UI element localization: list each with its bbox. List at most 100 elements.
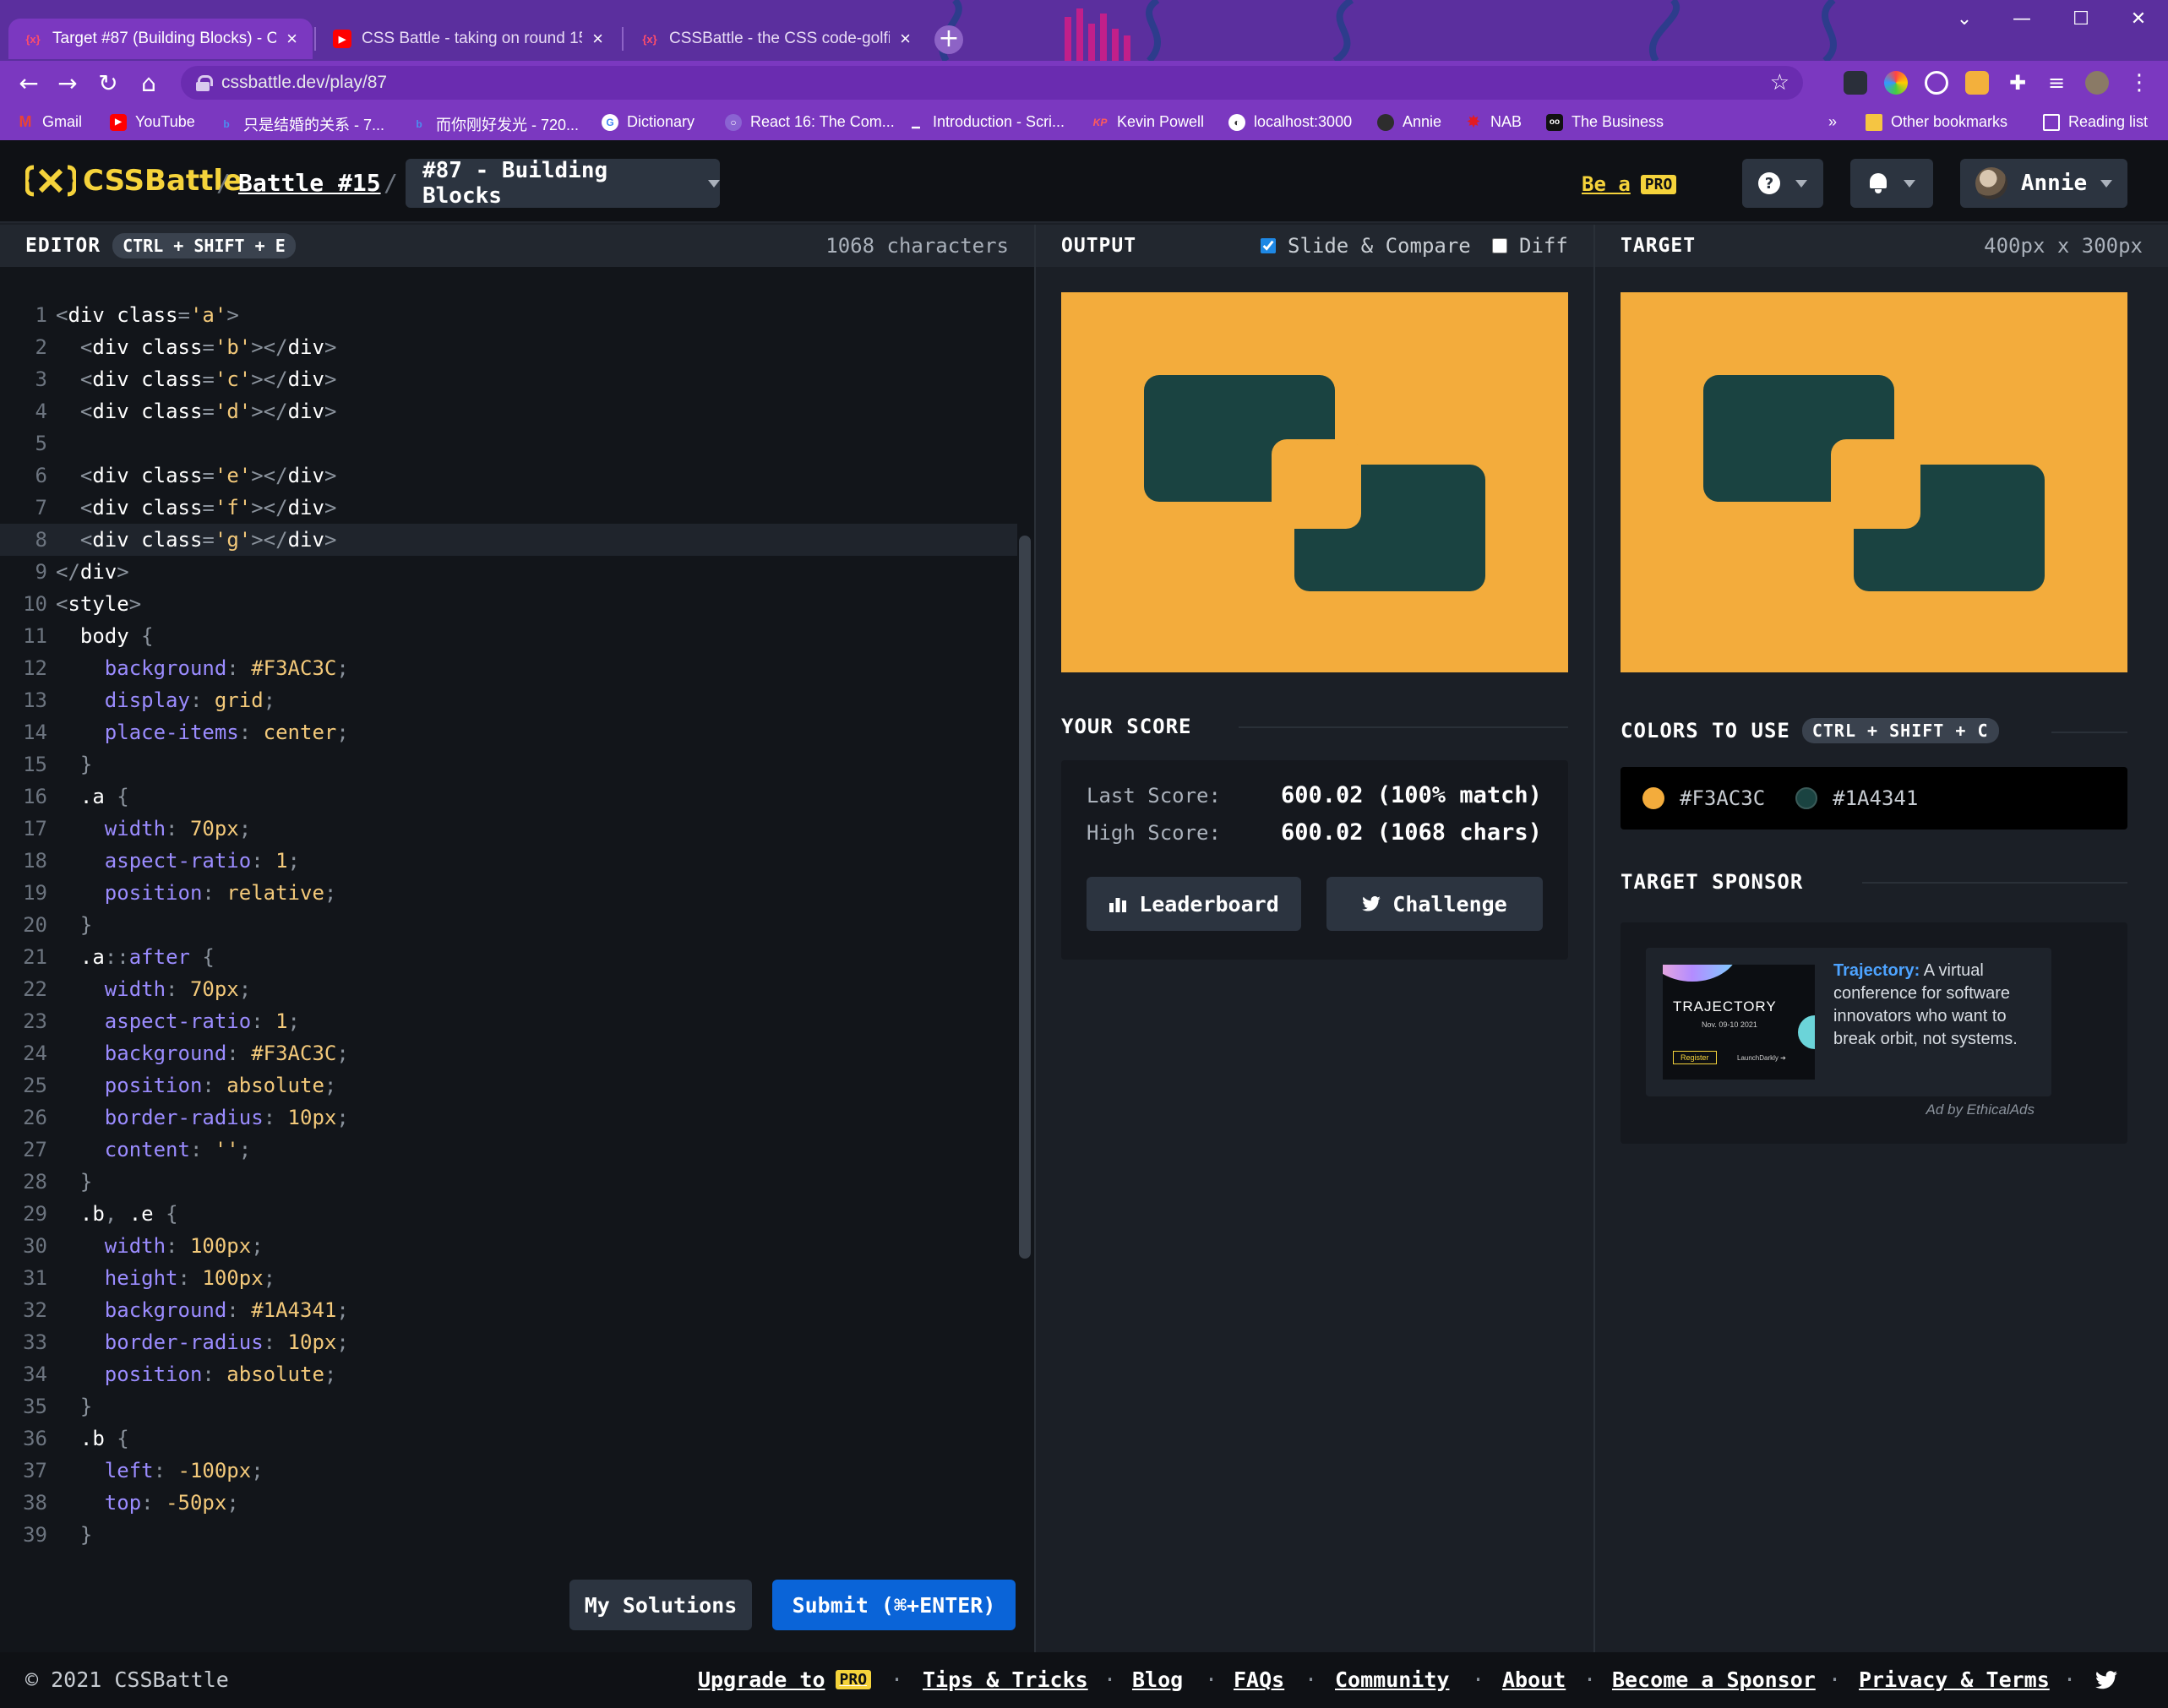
code-line[interactable]: 25 position: absolute; — [0, 1069, 1017, 1101]
help-button[interactable]: ? — [1742, 159, 1823, 208]
tab-target-87[interactable]: {x} Target #87 (Building Blocks) - CS × — [8, 19, 313, 59]
code-line[interactable]: 7 <div class='f'></div> — [0, 492, 1017, 524]
code-line[interactable]: 14 place-items: center; — [0, 716, 1017, 748]
forward-arrow-icon[interactable]: → — [52, 68, 83, 98]
color-swatch-orange[interactable] — [1642, 787, 1664, 809]
code-line[interactable]: 20 } — [0, 909, 1017, 941]
profile-avatar-icon[interactable] — [2085, 71, 2109, 95]
reading-list-button[interactable]: Reading list — [2043, 113, 2148, 131]
sponsor-ad-text[interactable]: Trajectory: A virtual conference for sof… — [1833, 960, 2036, 1051]
back-arrow-icon[interactable]: ← — [14, 68, 44, 98]
my-solutions-button[interactable]: My Solutions — [569, 1580, 752, 1630]
code-line[interactable]: 4 <div class='d'></div> — [0, 395, 1017, 427]
code-line[interactable]: 28 } — [0, 1166, 1017, 1198]
ad-attribution[interactable]: Ad by EthicalAds — [1926, 1101, 2035, 1118]
code-line[interactable]: 33 border-radius: 10px; — [0, 1326, 1017, 1358]
code-line[interactable]: 22 width: 70px; — [0, 973, 1017, 1005]
tab-youtube-css-battle[interactable]: ▶ CSS Battle - taking on round 15 × — [318, 19, 618, 59]
code-line[interactable]: 5 — [0, 427, 1017, 460]
be-a-pro-link[interactable]: Be a PRO — [1582, 172, 1677, 196]
code-line[interactable]: 13 display: grid; — [0, 684, 1017, 716]
code-line[interactable]: 17 width: 70px; — [0, 813, 1017, 845]
bookmarks-overflow-button[interactable]: » — [1828, 113, 1837, 131]
color-code-orange[interactable]: #F3AC3C — [1680, 786, 1765, 810]
home-icon[interactable]: ⌂ — [133, 68, 164, 98]
bookmark-the-business[interactable]: oo The Business — [1546, 113, 1664, 131]
privacy-terms-link[interactable]: Privacy & Terms — [1859, 1667, 2050, 1692]
target-image[interactable] — [1621, 292, 2127, 672]
media-queue-icon[interactable]: ≡ — [2045, 71, 2068, 95]
code-line[interactable]: 12 background: #F3AC3C; — [0, 652, 1017, 684]
code-line[interactable]: 34 position: absolute; — [0, 1358, 1017, 1390]
code-line[interactable]: 19 position: relative; — [0, 877, 1017, 909]
slide-compare-toggle[interactable]: Slide & Compare — [1261, 234, 1471, 258]
upgrade-to-pro-link[interactable]: Upgrade to PRO — [698, 1667, 872, 1692]
other-bookmarks-folder[interactable]: Other bookmarks — [1866, 113, 2007, 131]
tab-cssbattle-home[interactable]: {x} CSSBattle - the CSS code-golfing × — [625, 19, 926, 59]
bookmark-bilibili-1[interactable]: b 只是结婚的关系 - 7... — [218, 113, 384, 135]
code-line[interactable]: 2 <div class='b'></div> — [0, 331, 1017, 363]
close-tab-icon[interactable]: × — [592, 28, 603, 50]
code-line[interactable]: 35 } — [0, 1390, 1017, 1422]
diff-checkbox[interactable] — [1492, 238, 1507, 253]
address-bar[interactable]: cssbattle.dev/play/87 ☆ — [181, 66, 1803, 100]
code-line[interactable]: 11 body { — [0, 620, 1017, 652]
bookmark-introduction[interactable]: ▁ Introduction - Scri... — [907, 113, 1065, 131]
code-line[interactable]: 21 .a::after { — [0, 941, 1017, 973]
code-editor[interactable]: 1 <div class='a'> 2 <div class='b'></div> 3… — [0, 267, 1034, 1652]
cssbattle-logo[interactable]: CSSBattle — [23, 164, 242, 198]
code-line[interactable]: 39 } — [0, 1519, 1017, 1551]
battle-link[interactable]: Battle #15 — [238, 169, 381, 197]
editor-scrollbar[interactable] — [1019, 536, 1031, 1259]
code-line[interactable]: 16 .a { — [0, 781, 1017, 813]
code-line[interactable]: 9 </div> — [0, 556, 1017, 588]
minimize-icon[interactable]: — — [1996, 0, 2048, 37]
tab-search-icon[interactable]: ⌄ — [1938, 0, 1991, 37]
react-devtools-icon[interactable] — [1844, 71, 1867, 95]
bookmark-youtube[interactable]: ▶ YouTube — [110, 113, 195, 131]
about-link[interactable]: About — [1502, 1667, 1566, 1692]
leaderboard-button[interactable]: Leaderboard — [1087, 877, 1301, 931]
bookmark-star-icon[interactable]: ☆ — [1770, 69, 1789, 95]
extensions-puzzle-icon[interactable]: ✚ — [2006, 71, 2029, 95]
close-window-icon[interactable]: ✕ — [2112, 0, 2165, 37]
code-line[interactable]: 23 aspect-ratio: 1; — [0, 1005, 1017, 1037]
code-line[interactable]: 36 .b { — [0, 1422, 1017, 1455]
code-lines[interactable]: 1 <div class='a'> 2 <div class='b'></div> 3… — [0, 299, 1017, 1551]
code-line[interactable]: 10 <style> — [0, 588, 1017, 620]
bookmark-annie[interactable]: Annie — [1377, 113, 1441, 131]
bookmark-react16[interactable]: ○ React 16: The Com... — [725, 113, 895, 131]
community-link[interactable]: Community — [1335, 1667, 1449, 1692]
submit-button[interactable]: Submit (⌘+ENTER) — [772, 1580, 1016, 1630]
close-tab-icon[interactable]: × — [286, 28, 297, 50]
notes-extension-icon[interactable] — [1965, 71, 1989, 95]
code-line[interactable]: 3 <div class='c'></div> — [0, 363, 1017, 395]
code-line[interactable]: 37 left: -100px; — [0, 1455, 1017, 1487]
diff-toggle[interactable]: Diff — [1492, 234, 1568, 258]
code-line[interactable]: 1 <div class='a'> — [0, 299, 1017, 331]
blog-link[interactable]: Blog — [1132, 1667, 1183, 1692]
sponsor-ad[interactable]: TRAJECTORY Nov. 09-10 2021 Register Laun… — [1646, 948, 2051, 1096]
become-sponsor-link[interactable]: Become a Sponsor — [1612, 1667, 1816, 1692]
browser-menu-icon[interactable]: ⋮ — [2127, 71, 2151, 95]
code-line[interactable]: 8 <div class='g'></div> — [0, 524, 1017, 556]
maximize-icon[interactable]: ☐ — [2055, 0, 2107, 37]
code-line[interactable]: 32 background: #1A4341; — [0, 1294, 1017, 1326]
notifications-button[interactable] — [1850, 159, 1933, 208]
code-line[interactable]: 15 } — [0, 748, 1017, 781]
code-line[interactable]: 29 .b, .e { — [0, 1198, 1017, 1230]
tips-tricks-link[interactable]: Tips & Tricks — [923, 1667, 1088, 1692]
user-menu-button[interactable]: Annie — [1960, 159, 2127, 208]
color-code-green[interactable]: #1A4341 — [1833, 786, 1918, 810]
color-swatch-green[interactable] — [1795, 787, 1818, 809]
bookmark-nab[interactable]: ✸ NAB — [1465, 113, 1522, 131]
close-tab-icon[interactable]: × — [900, 28, 911, 50]
code-line[interactable]: 31 height: 100px; — [0, 1262, 1017, 1294]
code-line[interactable]: 27 content: ''; — [0, 1134, 1017, 1166]
twitter-icon[interactable] — [2095, 1671, 2117, 1689]
slide-compare-checkbox[interactable] — [1261, 238, 1276, 253]
code-line[interactable]: 38 top: -50px; — [0, 1487, 1017, 1519]
bookmark-gmail[interactable]: M Gmail — [17, 113, 83, 131]
code-line[interactable]: 6 <div class='e'></div> — [0, 460, 1017, 492]
target-extension-icon[interactable] — [1925, 71, 1948, 95]
